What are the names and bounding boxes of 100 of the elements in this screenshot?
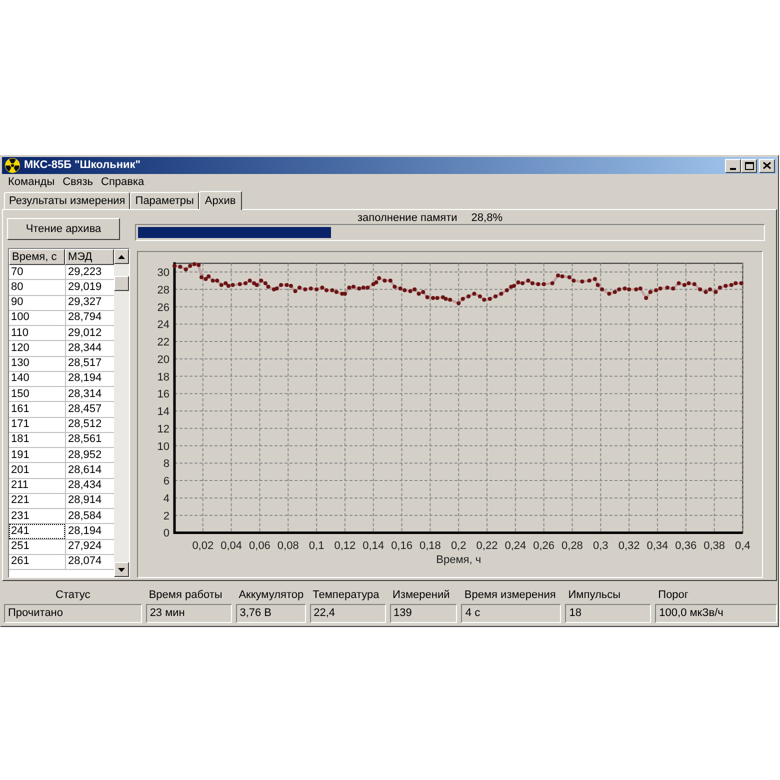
scroll-down-button[interactable] — [114, 562, 129, 577]
table-cell-text: 181 — [10, 432, 30, 447]
table-cell-text: 150 — [10, 387, 30, 402]
status-column-header: Аккумулятор — [238, 590, 304, 602]
status-value: 18 — [565, 604, 652, 623]
tick-label: 4 — [163, 492, 170, 505]
tick-label: 0,26 — [533, 540, 555, 552]
data-point — [172, 264, 176, 268]
data-point — [580, 280, 584, 284]
maximize-button[interactable] — [741, 158, 757, 172]
tick-label: 0,1 — [308, 540, 324, 552]
tick-label: 30 — [157, 267, 170, 279]
tick-label: 2 — [163, 510, 170, 522]
tick-label: 0,16 — [391, 540, 412, 552]
tick-label: 12 — [157, 423, 170, 436]
tick-label: 0,4 — [735, 540, 750, 552]
minimize-icon — [730, 168, 736, 170]
tick-label: 8 — [163, 458, 170, 470]
memory-reading: 28,8% — [471, 212, 502, 224]
table-cell-text: 171 — [10, 418, 30, 432]
status-column-header: Температура — [312, 590, 380, 602]
table-cell-text: 120 — [10, 341, 30, 356]
scrollbar-thumb[interactable] — [114, 276, 129, 291]
tick-label: 16 — [157, 388, 170, 401]
status-value: 23 мин — [146, 604, 232, 623]
status-column-header: Измерений — [392, 590, 450, 602]
memory-label: заполнение памяти — [358, 212, 458, 224]
tick-label: 0,34 — [646, 540, 668, 552]
table-cell-text: 140 — [10, 372, 30, 386]
data-point — [550, 281, 554, 286]
table-cell-text: 201 — [10, 463, 30, 478]
close-button[interactable] — [759, 158, 775, 172]
scrollbar[interactable] — [114, 249, 129, 577]
column-header[interactable]: Время, с — [9, 249, 65, 265]
table-cell-text: 211 — [10, 478, 30, 493]
data-point — [665, 286, 670, 290]
tick-label: 0,3 — [593, 540, 608, 552]
tick-label: 0,2 — [450, 540, 466, 552]
table-cell: 241 — [9, 524, 65, 538]
status-value: 139 — [390, 604, 458, 623]
data-point — [648, 290, 652, 294]
tab[interactable]: Результаты измерения — [4, 192, 130, 209]
menu-item[interactable]: Справка — [101, 176, 144, 188]
status-value: 3,76 В — [236, 604, 306, 623]
status-column-header: Импульсы — [568, 590, 621, 602]
minimize-button[interactable] — [725, 158, 741, 172]
menu-item[interactable]: Связь — [62, 176, 94, 188]
tick-label: 26 — [157, 302, 170, 314]
tick-label: 22 — [157, 336, 170, 349]
table-cell-text: 90 — [10, 296, 24, 310]
table-cell-text: 161 — [10, 402, 30, 416]
tick-label: 0,02 — [192, 540, 214, 552]
tick-label: 0,14 — [362, 540, 384, 552]
column-header[interactable]: МЭД — [65, 249, 114, 265]
table-cell-text: 251 — [10, 540, 30, 554]
status-value: 100,0 мкЗв/ч — [655, 604, 777, 623]
data-point — [238, 282, 242, 286]
status-column-header: Порог — [658, 590, 688, 602]
status-column-header: Время работы — [148, 590, 222, 602]
tick-label: 6 — [163, 476, 170, 488]
read-archive-button[interactable]: Чтение архива — [7, 218, 120, 240]
table-cell-text: 100 — [10, 310, 30, 325]
status-column-header: Время измерения — [464, 590, 556, 602]
tick-label: 24 — [157, 319, 170, 332]
down-arrow-icon — [118, 568, 125, 572]
tick-label: 0,06 — [249, 540, 270, 552]
tick-label: 0,36 — [675, 540, 697, 552]
axis-title: Время, ч — [436, 554, 482, 566]
status-value: 22,4 — [310, 604, 386, 623]
status-value: Прочитано — [4, 604, 142, 623]
tick-label: 0,04 — [220, 540, 242, 552]
status-column-header: Статус — [56, 590, 90, 602]
status-value: 4 с — [461, 604, 562, 623]
tab[interactable]: Параметры — [130, 192, 199, 209]
radiation-icon — [5, 158, 20, 173]
tab[interactable]: Архив — [198, 191, 242, 210]
up-arrow-icon — [118, 254, 125, 258]
tick-label: 0,08 — [277, 540, 299, 552]
tick-label: 0,12 — [334, 540, 356, 552]
tick-label: 20 — [157, 354, 170, 366]
scroll-up-button[interactable] — [114, 249, 129, 264]
tick-label: 0,38 — [704, 540, 725, 552]
table-cell-text: 110 — [10, 326, 30, 340]
table-cell-text: 70 — [10, 265, 24, 280]
menu-item[interactable]: Команды — [8, 176, 55, 188]
maximize-icon — [744, 162, 754, 170]
table-cell-text: 191 — [10, 448, 30, 462]
tick-label: 14 — [157, 406, 170, 418]
tick-label: 0 — [163, 528, 170, 540]
tick-label: 0,22 — [476, 540, 498, 552]
data-point — [644, 296, 648, 300]
table-cell-text: 231 — [10, 509, 30, 524]
tick-label: 0,28 — [562, 540, 583, 552]
table-cell-text: 261 — [10, 554, 30, 569]
tick-label: 28 — [157, 284, 170, 296]
tick-label: 10 — [157, 440, 170, 453]
table-cell-text: 130 — [10, 356, 30, 371]
tick-label: 0,24 — [504, 540, 526, 552]
tick-label: 0,18 — [419, 540, 441, 552]
tick-label: 18 — [157, 371, 170, 384]
